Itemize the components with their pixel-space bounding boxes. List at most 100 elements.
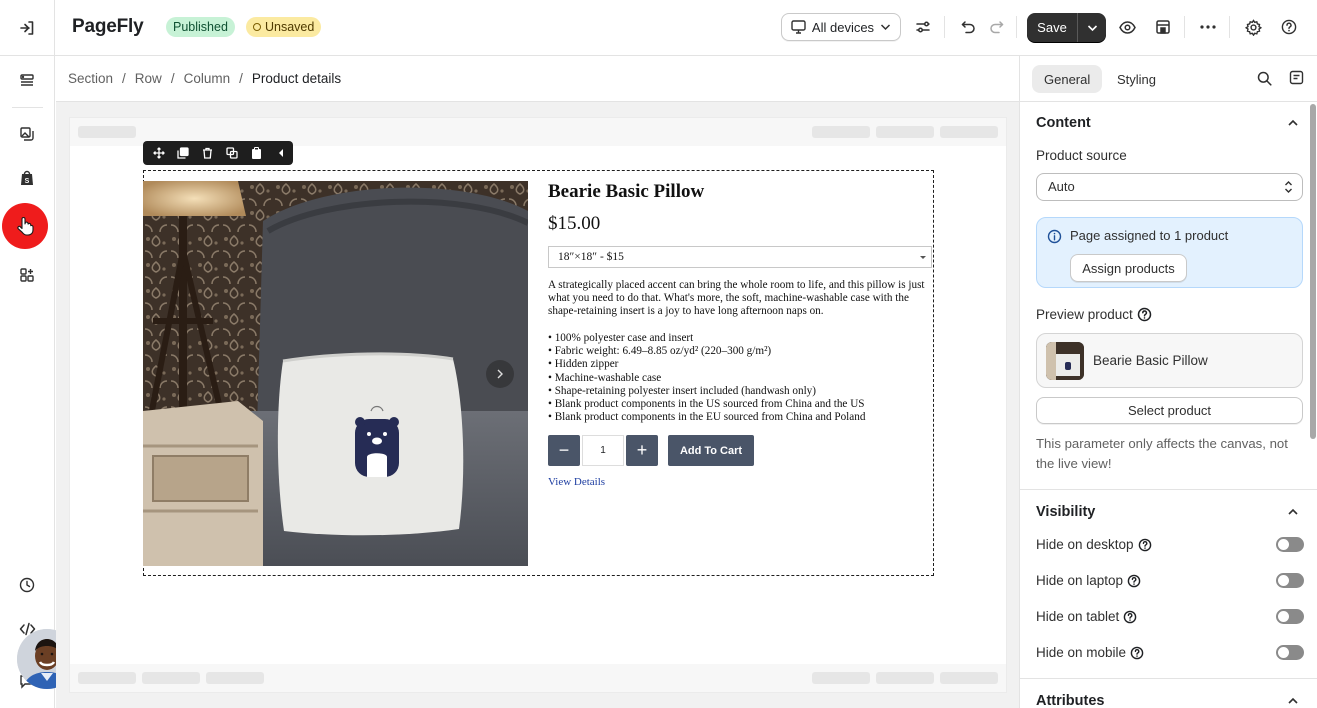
undo-button[interactable] (955, 14, 981, 40)
rail-apps-button[interactable] (14, 262, 40, 288)
breadcrumb-item-column[interactable]: Column (184, 71, 231, 86)
variant-select[interactable]: 18″×18″ - $15 (548, 246, 932, 268)
help-circle-icon[interactable] (1130, 646, 1144, 660)
delete-element-button[interactable] (196, 141, 220, 165)
breadcrumb: Section / Row / Column / Product details (56, 56, 1019, 102)
clock-icon (19, 577, 35, 593)
panel-notes-button[interactable] (1289, 70, 1304, 85)
hide-on-desktop-text: Hide on desktop (1036, 537, 1134, 552)
preview-product-card[interactable]: Bearie Basic Pillow (1036, 333, 1303, 388)
publish-button[interactable] (1150, 14, 1176, 40)
hide-on-laptop-toggle[interactable] (1276, 573, 1304, 588)
section-divider (1020, 489, 1317, 490)
visibility-section-title: Visibility (1036, 504, 1096, 520)
chevron-up-icon (1286, 694, 1300, 708)
skeleton-block (78, 672, 136, 684)
preview-product-name: Bearie Basic Pillow (1093, 353, 1208, 368)
product-source-select[interactable]: Auto (1036, 173, 1303, 201)
product-image[interactable] (143, 181, 528, 566)
rail-history-button[interactable] (14, 572, 40, 598)
content-section-title: Content (1036, 115, 1091, 131)
hide-on-tablet-toggle[interactable] (1276, 609, 1304, 624)
breadcrumb-item-current: Product details (251, 71, 342, 86)
breadcrumb-separator: / (122, 71, 126, 86)
layers-icon (19, 73, 35, 89)
chevron-right-icon (496, 369, 504, 379)
panel-search-button[interactable] (1257, 71, 1272, 86)
settings-sliders-button[interactable] (910, 14, 936, 40)
breadcrumb-item-section[interactable]: Section (68, 71, 113, 86)
assign-products-button[interactable]: Assign products (1070, 254, 1187, 282)
quantity-input[interactable]: 1 (582, 435, 624, 466)
attributes-collapse-button[interactable] (1286, 694, 1300, 708)
carousel-next-button[interactable] (486, 360, 514, 388)
visibility-collapse-button[interactable] (1286, 505, 1300, 519)
panel-tabs: General Styling (1020, 56, 1317, 102)
panel-scrollbar[interactable] (1310, 104, 1316, 439)
hide-on-mobile-toggle[interactable] (1276, 645, 1304, 660)
unsaved-dot-icon (253, 23, 261, 31)
monitor-icon (791, 20, 806, 34)
view-details-link[interactable]: View Details (548, 476, 605, 488)
save-button[interactable]: Save (1027, 13, 1078, 42)
preview-help-text: This parameter only affects the canvas, … (1036, 436, 1288, 471)
section-divider (1020, 678, 1317, 679)
save-button-group: Save (1027, 13, 1106, 42)
hide-on-desktop-toggle[interactable] (1276, 537, 1304, 552)
rail-elements-button-active[interactable] (2, 203, 48, 249)
product-source-value: Auto (1048, 179, 1075, 194)
search-icon (1257, 71, 1272, 86)
feature-item: • Shape-retaining polyester insert inclu… (548, 384, 816, 397)
quantity-increase-button[interactable]: + (626, 435, 658, 466)
quantity-decrease-button[interactable]: − (548, 435, 580, 466)
copy-style-button[interactable] (220, 141, 244, 165)
chevron-down-icon (880, 23, 891, 31)
skeleton-block (876, 126, 934, 138)
save-options-button[interactable] (1078, 13, 1106, 42)
hide-on-tablet-text: Hide on tablet (1036, 609, 1120, 624)
feature-item: • Blank product components in the EU sou… (548, 411, 866, 424)
paste-style-button[interactable] (244, 141, 268, 165)
assigned-products-text: Page assigned to 1 product (1070, 228, 1229, 243)
device-selector[interactable]: All devices (781, 13, 901, 41)
breadcrumb-item-row[interactable]: Row (135, 71, 162, 86)
select-product-button[interactable]: Select product (1036, 397, 1303, 424)
product-title: Bearie Basic Pillow (548, 181, 705, 202)
hide-on-mobile-text: Hide on mobile (1036, 645, 1127, 660)
skeleton-footer (70, 664, 1006, 692)
duplicate-icon (177, 147, 190, 159)
exit-button[interactable] (0, 0, 55, 55)
hide-on-desktop-label: Hide on desktop (1036, 537, 1152, 552)
page-settings-button[interactable] (1240, 14, 1266, 40)
help-button[interactable] (1276, 14, 1302, 40)
tab-general[interactable]: General (1032, 65, 1103, 93)
chevron-up-icon (1286, 505, 1300, 519)
more-actions-button[interactable] (1195, 14, 1221, 40)
move-element-button[interactable] (147, 141, 171, 165)
eye-icon (1118, 20, 1136, 34)
rail-shopify-button[interactable]: S (14, 165, 40, 191)
skeleton-block (206, 672, 264, 684)
collapse-toolbar-button[interactable] (269, 141, 293, 165)
toolbar-divider (1016, 16, 1017, 38)
add-to-cart-button[interactable]: Add To Cart (668, 435, 754, 466)
help-circle-icon[interactable] (1137, 307, 1152, 322)
redo-icon (989, 20, 1004, 35)
sliders-icon (915, 19, 931, 35)
rail-layers-button[interactable] (14, 68, 40, 94)
chevron-up-icon (1286, 116, 1300, 130)
redo-button[interactable] (983, 14, 1009, 40)
preview-button[interactable] (1114, 14, 1140, 40)
skeleton-block (812, 672, 870, 684)
tab-styling[interactable]: Styling (1105, 65, 1168, 93)
content-collapse-button[interactable] (1286, 116, 1300, 130)
help-circle-icon[interactable] (1127, 574, 1141, 588)
undo-icon (961, 20, 976, 35)
duplicate-element-button[interactable] (171, 141, 195, 165)
help-circle-icon[interactable] (1123, 610, 1137, 624)
help-circle-icon[interactable] (1138, 538, 1152, 552)
info-icon (1047, 229, 1062, 244)
unsaved-label: Unsaved (265, 20, 315, 34)
rail-media-button[interactable] (14, 121, 40, 147)
published-badge: Published (166, 17, 235, 37)
